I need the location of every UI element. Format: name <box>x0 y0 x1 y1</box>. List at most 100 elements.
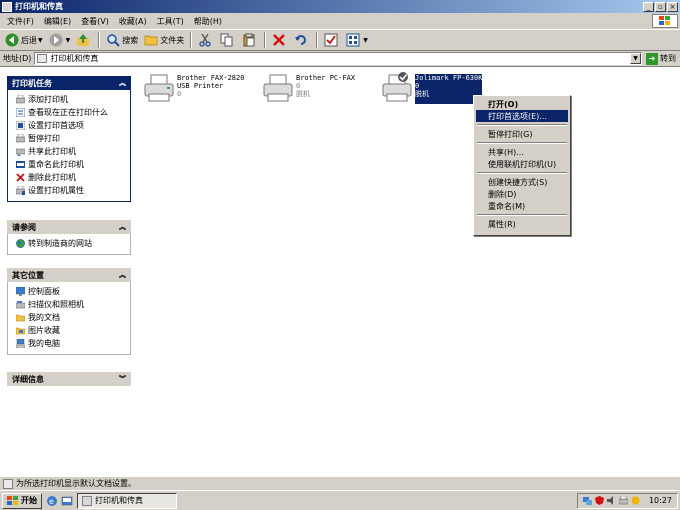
context-sharing[interactable]: 共享(H)... <box>476 146 568 158</box>
details-header[interactable]: 详细信息 ︾ <box>7 372 131 386</box>
show-desktop-icon[interactable] <box>61 495 73 507</box>
context-create-shortcut[interactable]: 创建快捷方式(S) <box>476 176 568 188</box>
menu-separator <box>477 142 567 144</box>
printer-properties-icon <box>16 186 25 195</box>
task-label: 删除此打印机 <box>28 173 76 182</box>
control-panel-icon <box>16 287 25 296</box>
other-places-title: 其它位置 <box>12 270 44 280</box>
start-label: 开始 <box>21 496 37 505</box>
task-see-printing[interactable]: 查看现在正在打印什么 <box>16 106 130 119</box>
back-button[interactable]: 后退 ▼ <box>2 31 46 49</box>
taskbar-window-button[interactable]: 打印机和传真 <box>77 492 177 509</box>
task-delete-printer[interactable]: 删除此打印机 <box>16 171 130 184</box>
context-use-online[interactable]: 使用联机打印机(U) <box>476 158 568 170</box>
context-printing-preferences[interactable]: 打印首选项(E)... <box>476 110 568 122</box>
printer-doc-count: 0 <box>296 82 301 90</box>
context-rename[interactable]: 重命名(M) <box>476 200 568 212</box>
printer-name: Brother PC-FAX <box>296 74 356 82</box>
forward-button[interactable]: ▼ <box>46 31 74 49</box>
printer-tasks-header[interactable]: 打印机任务 ︽ <box>7 76 131 90</box>
properties-button[interactable] <box>321 31 343 49</box>
context-pause-printing[interactable]: 暂停打印(G) <box>476 128 568 140</box>
place-control-panel[interactable]: 控制面板 <box>16 285 130 298</box>
link-manufacturer-site[interactable]: 转到制造商的网站 <box>16 237 130 250</box>
context-delete[interactable]: 删除(D) <box>476 188 568 200</box>
close-button[interactable]: × <box>667 1 678 12</box>
cut-button[interactable] <box>195 31 217 49</box>
task-share-printer[interactable]: 共享此打印机 <box>16 145 130 158</box>
printer-tasks-title: 打印机任务 <box>12 78 52 88</box>
views-button[interactable]: ▼ <box>343 31 371 49</box>
documents-folder-icon <box>16 314 25 322</box>
printer-tasks-panel: 打印机任务 ︽ 添加打印机 查看现在正在打印什么 设置打印首选项 暂停打印 共享… <box>7 76 131 202</box>
task-add-printer[interactable]: 添加打印机 <box>16 93 130 106</box>
properties-check-icon <box>324 33 338 47</box>
printer-item-selected[interactable]: Jolimark FP-630K 0 脱机 <box>381 72 483 104</box>
menu-bar: 文件(F) 编辑(E) 查看(V) 收藏(A) 工具(T) 帮助(H) <box>0 13 680 29</box>
task-pause-printing[interactable]: 暂停打印 <box>16 132 130 145</box>
details-panel: 详细信息 ︾ <box>7 372 131 386</box>
place-label: 我的电脑 <box>28 339 60 348</box>
undo-button[interactable] <box>291 31 313 49</box>
search-button[interactable]: 搜索 <box>103 31 141 49</box>
expand-chevron-icon[interactable]: ︾ <box>119 374 126 384</box>
preferences-icon <box>16 121 25 130</box>
title-bar: 打印机和传真 _ ▫ × <box>0 0 680 13</box>
back-dropdown-icon[interactable]: ▼ <box>38 37 43 44</box>
clock[interactable]: 10:27 <box>649 496 672 505</box>
see-also-header[interactable]: 请参阅 ︽ <box>7 220 131 234</box>
menu-file[interactable]: 文件(F) <box>2 16 39 27</box>
up-folder-button[interactable] <box>73 31 95 49</box>
svg-text:e: e <box>49 497 54 506</box>
collapse-chevron-icon[interactable]: ︽ <box>119 222 126 232</box>
place-my-documents[interactable]: 我的文档 <box>16 311 130 324</box>
copy-button[interactable] <box>217 31 239 49</box>
printer-item[interactable]: Brother PC-FAX 0 脱机 <box>262 72 355 104</box>
printer-label: Brother FAX-2820 USB Printer 0 <box>177 74 244 104</box>
menu-tools[interactable]: 工具(T) <box>152 16 189 27</box>
menu-favorites[interactable]: 收藏(A) <box>114 16 152 27</box>
search-icon <box>107 34 120 47</box>
paste-button[interactable] <box>239 31 261 49</box>
collapse-chevron-icon[interactable]: ︽ <box>119 78 126 88</box>
task-rename-printer[interactable]: 重命名此打印机 <box>16 158 130 171</box>
place-label: 图片收藏 <box>28 326 60 335</box>
start-button[interactable]: 开始 <box>2 492 42 509</box>
address-input[interactable]: 打印机和传真 ▼ <box>34 52 642 65</box>
forward-dropdown-icon[interactable]: ▼ <box>66 37 71 44</box>
network-icon[interactable] <box>582 496 592 505</box>
go-button[interactable]: ➔ 转到 <box>646 52 676 65</box>
menu-edit[interactable]: 编辑(E) <box>39 16 76 27</box>
toolbar-separator <box>316 32 319 48</box>
maximize-button[interactable]: ▫ <box>655 1 666 12</box>
address-dropdown-icon[interactable]: ▼ <box>630 53 641 64</box>
task-set-preferences[interactable]: 设置打印首选项 <box>16 119 130 132</box>
delete-button[interactable] <box>269 31 291 49</box>
app-tray-icon[interactable] <box>631 496 640 505</box>
menu-help[interactable]: 帮助(H) <box>189 16 227 27</box>
folders-button[interactable]: 文件夹 <box>141 31 187 49</box>
back-label: 后退 <box>21 35 37 45</box>
volume-icon[interactable] <box>606 496 616 505</box>
place-my-computer[interactable]: 我的电脑 <box>16 337 130 350</box>
go-label: 转到 <box>660 54 676 63</box>
views-dropdown-icon[interactable]: ▼ <box>363 37 368 44</box>
context-open[interactable]: 打开(O) <box>476 98 568 110</box>
address-label: 地址(D) <box>3 54 32 63</box>
context-properties[interactable]: 属性(R) <box>476 218 568 230</box>
go-arrow-icon: ➔ <box>646 52 658 65</box>
printer-tray-icon[interactable] <box>618 496 628 505</box>
ie-icon[interactable]: e <box>46 495 58 507</box>
collapse-chevron-icon[interactable]: ︽ <box>119 270 126 280</box>
place-scanners-cameras[interactable]: 扫描仪和照相机 <box>16 298 130 311</box>
other-places-header[interactable]: 其它位置 ︽ <box>7 268 131 282</box>
menu-view[interactable]: 查看(V) <box>76 16 114 27</box>
windows-logo-icon <box>7 495 18 505</box>
taskbar: 开始 e 打印机和传真 10:27 <box>0 490 680 510</box>
printer-item[interactable]: Brother FAX-2820 USB Printer 0 <box>143 72 244 104</box>
place-label: 扫描仪和照相机 <box>28 300 84 309</box>
minimize-button[interactable]: _ <box>643 1 654 12</box>
security-icon[interactable] <box>594 496 604 505</box>
place-my-pictures[interactable]: 图片收藏 <box>16 324 130 337</box>
task-printer-properties[interactable]: 设置打印机属性 <box>16 184 130 197</box>
